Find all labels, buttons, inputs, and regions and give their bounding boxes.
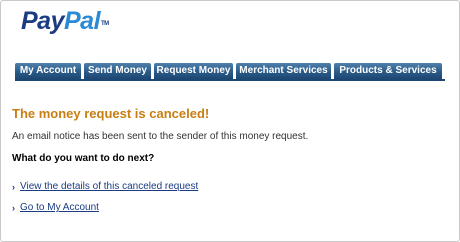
page-title: The money request is canceled! [12, 106, 210, 121]
tab-send-money[interactable]: Send Money [84, 63, 151, 79]
paypal-logo[interactable]: PayPalTM [21, 6, 109, 36]
view-details-link[interactable]: View the details of this canceled reques… [20, 181, 198, 192]
list-item: › Go to My Account [12, 202, 99, 213]
chevron-right-icon: › [12, 202, 15, 213]
logo-pal-text: Pal [63, 7, 101, 35]
main-nav-tabs: My Account Send Money Request Money Merc… [15, 63, 445, 79]
next-steps-heading: What do you want to do next? [12, 153, 155, 164]
list-item: › View the details of this canceled requ… [12, 181, 198, 192]
logo-trademark: TM [101, 21, 109, 27]
chevron-right-icon: › [12, 181, 15, 192]
tab-merchant-services[interactable]: Merchant Services [236, 63, 331, 79]
notice-text: An email notice has been sent to the sen… [12, 131, 309, 142]
tab-products-services[interactable]: Products & Services [334, 63, 442, 79]
nav-underline [15, 79, 445, 81]
tab-request-money[interactable]: Request Money [154, 63, 233, 79]
go-to-my-account-link[interactable]: Go to My Account [20, 202, 99, 213]
logo-pay-text: Pay [21, 7, 64, 35]
page-frame: PayPalTM My Account Send Money Request M… [0, 0, 460, 242]
tab-my-account[interactable]: My Account [15, 63, 81, 79]
